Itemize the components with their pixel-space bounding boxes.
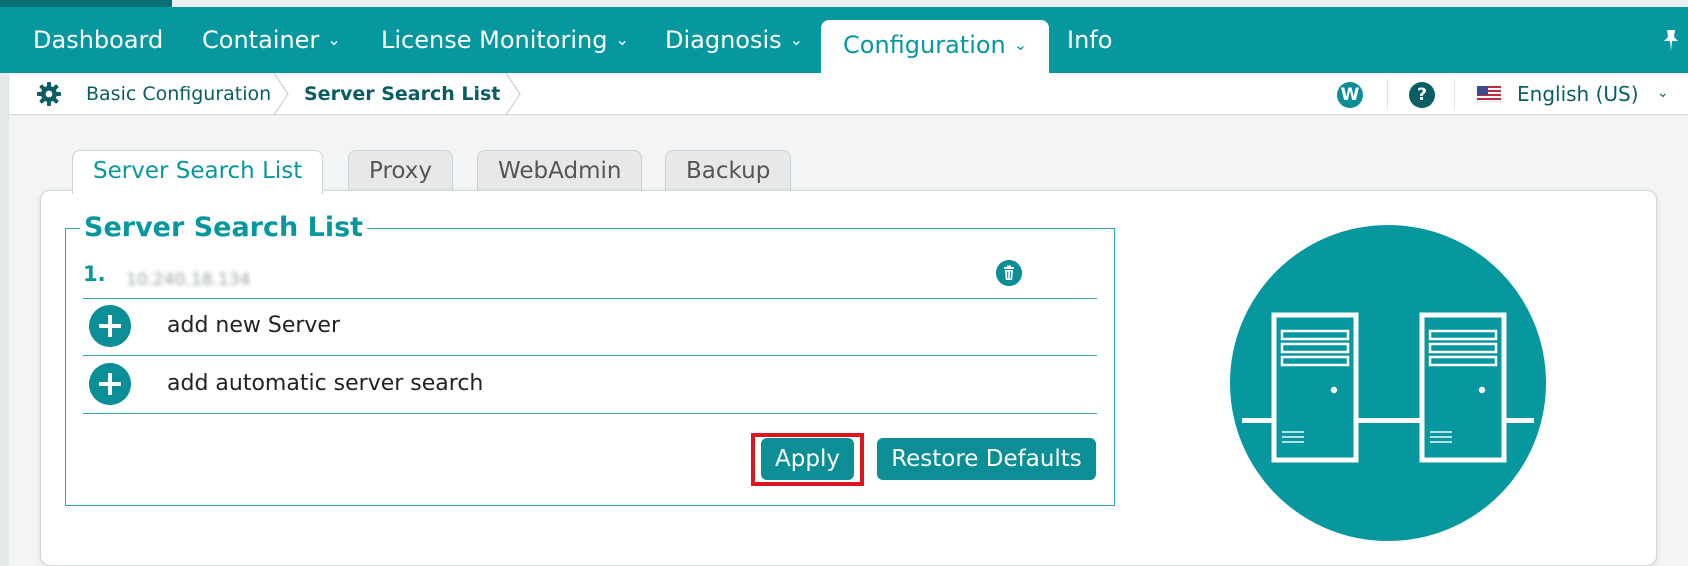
plus-icon[interactable] <box>89 305 131 347</box>
chevron-down-icon: ⌄ <box>615 30 629 49</box>
nav-license-monitoring[interactable]: License Monitoring ⌄ <box>381 7 629 73</box>
plus-icon[interactable] <box>89 363 131 405</box>
row-divider <box>83 413 1097 414</box>
nav-configuration-label: Configuration <box>843 31 1006 59</box>
add-new-server-label[interactable]: add new Server <box>167 305 340 347</box>
restore-defaults-button[interactable]: Restore Defaults <box>877 438 1096 480</box>
nav-diagnosis[interactable]: Diagnosis ⌄ <box>665 7 803 73</box>
add-automatic-server-search-label[interactable]: add automatic server search <box>167 363 483 405</box>
tab-backup[interactable]: Backup <box>665 150 792 192</box>
chevron-down-icon: ⌄ <box>1013 35 1028 54</box>
fieldset-legend: Server Search List <box>80 212 368 243</box>
top-strip-accent <box>0 0 172 7</box>
breadcrumb-separator-icon <box>505 73 521 115</box>
entry-number: 1. <box>83 262 106 286</box>
breadcrumb-bar: Basic Configuration Server Search List W… <box>9 73 1688 115</box>
tab-webadmin[interactable]: WebAdmin <box>477 150 643 192</box>
help-icon[interactable]: ? <box>1409 82 1435 108</box>
nav-container-label: Container <box>202 26 320 54</box>
tab-proxy[interactable]: Proxy <box>348 150 454 192</box>
pin-icon[interactable] <box>1662 28 1680 52</box>
breadcrumb-server-search-list: Server Search List <box>304 83 501 105</box>
row-divider <box>83 298 1097 299</box>
gear-icon <box>37 82 61 106</box>
language-selector[interactable]: English (US) <box>1517 73 1639 115</box>
server-address[interactable]: 10.240.18.134 <box>126 270 250 290</box>
nav-info-label: Info <box>1067 26 1113 54</box>
webadmin-badge-icon[interactable]: W <box>1337 82 1363 108</box>
chevron-down-icon: ⌄ <box>327 30 341 49</box>
top-navigation: Dashboard Container ⌄ License Monitoring ⌄… <box>0 0 1688 73</box>
breadcrumb-basic-configuration[interactable]: Basic Configuration <box>86 73 271 115</box>
divider <box>1387 79 1388 109</box>
chevron-down-icon: ⌄ <box>789 30 804 49</box>
top-strip <box>0 0 1688 7</box>
servers-illustration-icon <box>1230 225 1546 541</box>
chevron-down-icon[interactable]: ⌄ <box>1657 73 1669 115</box>
nav-info[interactable]: Info <box>1067 7 1112 73</box>
left-shadow-bar <box>0 73 9 566</box>
divider <box>1454 79 1455 109</box>
breadcrumb-separator-icon <box>273 73 289 115</box>
nav-dashboard-label: Dashboard <box>33 26 164 54</box>
tab-server-search-list[interactable]: Server Search List <box>72 150 324 194</box>
nav-diagnosis-label: Diagnosis <box>665 26 782 54</box>
apply-button[interactable]: Apply <box>761 438 854 480</box>
row-divider <box>83 355 1097 356</box>
nav-license-monitoring-label: License Monitoring <box>381 26 608 54</box>
nav-dashboard[interactable]: Dashboard <box>33 7 163 73</box>
nav-container[interactable]: Container ⌄ <box>202 7 341 73</box>
nav-configuration[interactable]: Configuration ⌄ <box>821 20 1050 73</box>
trash-icon[interactable] <box>996 260 1022 286</box>
us-flag-icon <box>1477 86 1501 102</box>
